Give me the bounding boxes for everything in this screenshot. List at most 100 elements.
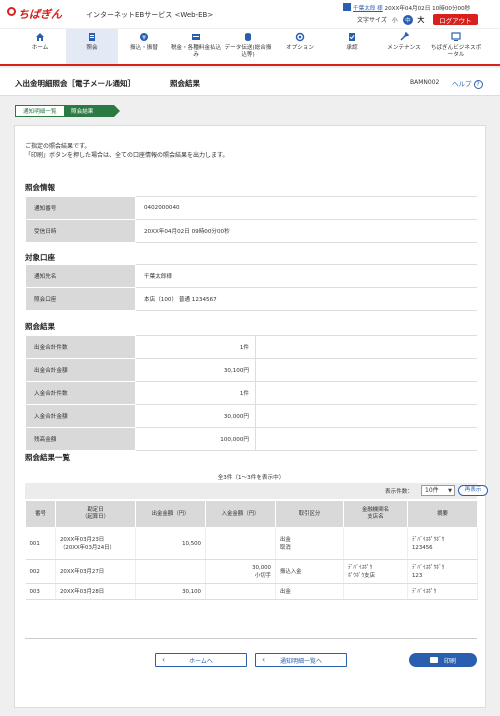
blank-cell [255, 335, 477, 359]
redisplay-button[interactable]: 再表示 [458, 485, 488, 496]
inquiry-info-table: 通知番号 0402000040 受信日時 20XX年04月02日 09時00分00秒 [25, 196, 477, 243]
display-count-label: 表示件数： [385, 489, 413, 495]
help-icon: ? [473, 80, 483, 89]
table-row: 出金合計件数 1件 [25, 335, 477, 359]
transfer-icon: ¥ [140, 33, 148, 42]
nav-option[interactable]: オプション [274, 29, 326, 64]
nav-maintenance[interactable]: メンテナンス [378, 29, 430, 64]
table-row: 入金合計金額 30,000円 [25, 404, 477, 428]
col-bank: 金融機関名 支店名 [343, 500, 408, 528]
nav-tax[interactable]: 税金・各種料金払込み [170, 29, 222, 64]
cell-bank-main: ﾃﾞﾊﾞｲｽﾎﾟｳ [348, 564, 373, 571]
table-row: 入金合計件数 1件 [25, 381, 477, 405]
cell-memo: ﾃﾞﾊﾞｲｽﾎﾟｳﾎﾞｳ 123 [407, 559, 478, 584]
cell-deposit-sub: 小切手 [254, 572, 271, 579]
withdraw-total-label: 出金合計金額 [25, 358, 136, 382]
nav-inquiry[interactable]: 照会 [66, 29, 118, 64]
font-small-button[interactable]: 小 [390, 15, 400, 25]
intro-line-1: ご指定の照会結果です。 [25, 143, 91, 150]
cell-date: 20XX年03月28日 [55, 583, 136, 600]
user-name-link[interactable]: 千葉太郎 様 [353, 6, 383, 12]
cell-date-main: 20XX年03月23日 [60, 536, 105, 543]
chibagin-logo-mark [7, 7, 16, 16]
cell-withdrawal: 30,100 [135, 583, 206, 600]
nav-approval[interactable]: 承認 [326, 29, 378, 64]
font-large-button[interactable]: 大 [416, 15, 426, 25]
display-count-select[interactable]: 10件 [421, 485, 455, 496]
header: ちばぎん インターネットEBサービス <Web-EB> 千葉太郎 様 20XX年… [0, 0, 500, 28]
inquiry-info-title: 照会情報 [25, 183, 55, 192]
deposit-count-value: 1件 [135, 381, 256, 405]
cell-number: 002 [25, 559, 56, 584]
list-toolbar: 表示件数： 10件 再表示 [25, 483, 488, 499]
notice-number-label: 通知番号 [25, 196, 136, 220]
portal-icon [451, 32, 461, 41]
cell-bank-sub: ﾎﾟｳﾎﾞｳ支店 [348, 572, 375, 579]
account-title: 対象口座 [25, 253, 55, 262]
back-to-list-button[interactable]: ‹ 通知明細一覧へ [255, 653, 347, 667]
cell-deposit-main: 30,000 [252, 564, 271, 571]
font-medium-button[interactable]: 中 [402, 14, 413, 25]
col-deposit: 入金金額（円） [205, 500, 276, 528]
option-icon [295, 32, 305, 42]
page-titlebar: 入出金明細照会［電子メール通知］ 照会結果 BAMN002 ヘルプ? [0, 68, 500, 96]
table-row: 出金合計金額 30,100円 [25, 358, 477, 382]
nav-home[interactable]: ホーム [14, 29, 66, 64]
blank-cell [255, 358, 477, 382]
cell-bank [343, 583, 408, 600]
cell-type-main: 出金 [280, 588, 291, 595]
nav-portal[interactable]: ちばぎんビジネスポータル [430, 29, 482, 64]
col-date-line2: （起算日） [82, 514, 109, 520]
nav-approval-label: 承認 [346, 45, 358, 51]
account-value: 本店（100） 普通 1234567 [135, 287, 477, 311]
col-withdrawal: 出金金額（円） [135, 500, 206, 528]
recipient-label: 通知先名 [25, 264, 136, 288]
table-row: 002 20XX年03月27日 30,000 小切手 振込入金 ﾃﾞﾊﾞｲｽﾎﾟｳ… [25, 559, 478, 584]
cell-memo-sub: 123 [412, 572, 423, 579]
table-row: 照会口座 本店（100） 普通 1234567 [25, 287, 477, 311]
cell-memo-sub: 123456 [412, 544, 433, 551]
nav-data-transfer[interactable]: データ伝送(総合振込等) [222, 29, 274, 64]
chevron-left-icon: ‹ [262, 655, 266, 664]
nav-inquiry-label: 照会 [86, 45, 98, 51]
user-info: 千葉太郎 様 20XX年04月02日 10時00分00秒 [343, 3, 470, 12]
cell-bank [343, 527, 408, 560]
printer-icon [429, 657, 438, 663]
cell-number: 003 [25, 583, 56, 600]
nav-home-label: ホーム [31, 45, 49, 51]
print-button-label: 印刷 [443, 657, 456, 665]
nav-data-transfer-label: データ伝送(総合振込等) [224, 45, 272, 58]
home-button[interactable]: ‹ ホームへ [155, 653, 247, 667]
logout-button[interactable]: ログアウト [432, 14, 478, 25]
font-size-switcher: 文字サイズ 小 中 大 ログアウト [357, 14, 478, 25]
login-datetime: 20XX年04月02日 10時00分00秒 [384, 6, 471, 12]
col-number: 番号 [25, 500, 56, 528]
nav-tax-label: 税金・各種料金払込み [170, 45, 222, 58]
logo-text: ちばぎん [18, 8, 62, 21]
balance-value: 100,000円 [135, 427, 256, 451]
help-link[interactable]: ヘルプ? [452, 78, 483, 89]
col-bank-line2: 支店名 [367, 514, 384, 520]
statement-table: 番号 勘定日 （起算日） 出金金額（円） 入金金額（円） 取引区分 金融機関名 支店… [25, 500, 478, 600]
cell-withdrawal: 10,500 [135, 527, 206, 560]
cell-type-sub: 取消 [280, 544, 291, 551]
data-transfer-icon [245, 33, 251, 41]
back-to-list-label: 通知明細一覧へ [279, 657, 322, 665]
breadcrumb-step-list[interactable]: 通知明細一覧 [15, 105, 65, 117]
maintenance-icon [400, 32, 409, 41]
cell-date-main: 20XX年03月27日 [60, 568, 105, 575]
account-label: 照会口座 [25, 287, 136, 311]
nav-maintenance-label: メンテナンス [387, 45, 421, 51]
cell-type: 出金 [275, 583, 344, 600]
cell-number: 001 [25, 527, 56, 560]
table-header-row: 番号 勘定日 （起算日） 出金金額（円） 入金金額（円） 取引区分 金融機関名 支店… [25, 500, 478, 528]
print-button[interactable]: 印刷 [409, 653, 477, 667]
service-name: インターネットEBサービス <Web-EB> [86, 11, 214, 19]
col-bank-line1: 金融機関名 [362, 507, 389, 513]
cell-type: 出金 取消 [275, 527, 344, 560]
received-at-label: 受信日時 [25, 219, 136, 243]
tax-icon [192, 34, 200, 40]
nav-transfer[interactable]: ¥ 振込・振替 [118, 29, 170, 64]
table-row: 001 20XX年03月23日 （20XX年03月24日） 10,500 出金 取消… [25, 527, 478, 560]
inquiry-icon [89, 33, 95, 41]
